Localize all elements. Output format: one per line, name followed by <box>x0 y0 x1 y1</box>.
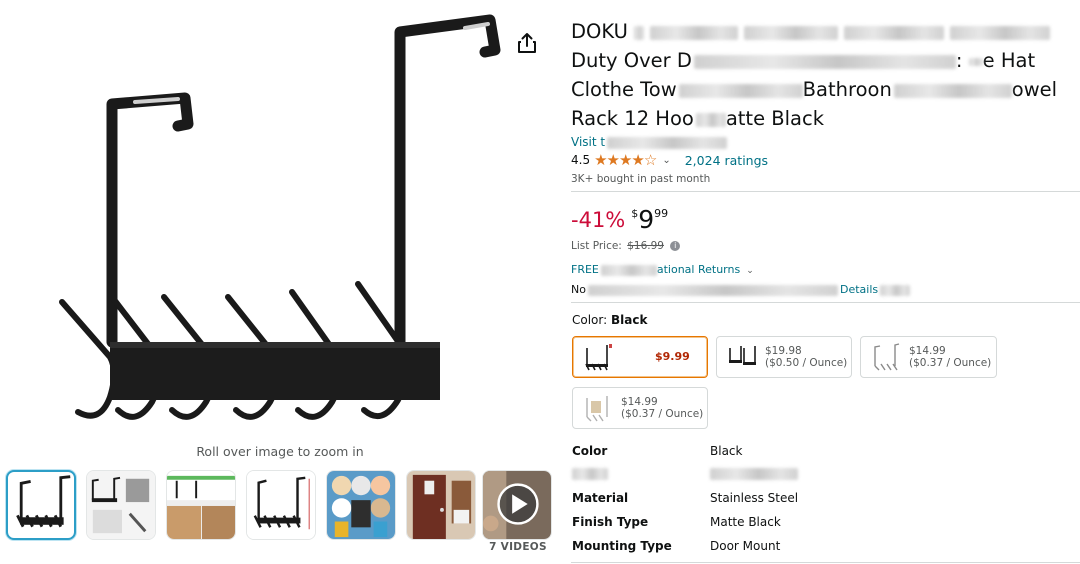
color-label: Color: Black <box>572 313 648 327</box>
thumbnail-dimensions[interactable] <box>86 470 156 540</box>
thumbnail-video[interactable] <box>482 470 552 540</box>
price-whole: 9 <box>638 205 655 234</box>
spec-value: Matte Black <box>710 515 781 529</box>
info-icon[interactable]: i <box>670 241 681 251</box>
color-option-4[interactable]: $14.99 ($0.37 / Ounce) <box>572 387 708 429</box>
list-price: List Price: $16.99 i <box>571 240 681 252</box>
price-fraction: 99 <box>654 207 669 220</box>
spec-value <box>710 466 798 480</box>
returns-link[interactable]: FREE ational Returns ⌄ <box>571 263 754 277</box>
main-product-image[interactable] <box>40 12 510 442</box>
section-divider <box>571 562 1080 563</box>
title-fragment: e Hat <box>982 49 1036 72</box>
thumbnail-door-room[interactable] <box>406 470 476 540</box>
spec-key: Material <box>572 491 629 505</box>
title-fragment: : <box>955 49 969 72</box>
title-fragment: Clothe Tow <box>571 78 677 101</box>
swatch-thumbnail <box>586 396 608 422</box>
spec-key <box>572 466 608 480</box>
chevron-down-icon: ⌄ <box>746 266 754 276</box>
title-fragment: Rack 12 Hoo <box>571 107 694 130</box>
list-price-label: List Price: <box>571 240 622 252</box>
swatch-price: $14.99 ($0.37 / Ounce) <box>909 345 992 369</box>
list-price-value: $16.99 <box>627 240 664 252</box>
swatch-price: $14.99 ($0.37 / Ounce) <box>621 396 704 420</box>
title-fragment: Bathroon <box>802 78 892 101</box>
swatch-price: $19.98 ($0.50 / Ounce) <box>765 345 848 369</box>
swatch-thumbnail <box>585 344 612 371</box>
rating-value: 4.5 <box>571 153 591 167</box>
rating-row: 4.5 ★★★★☆ ⌄ 2,024 ratings <box>571 152 768 168</box>
videos-count-label[interactable]: 7 VIDEOS <box>482 541 554 553</box>
discount-percent: -41% <box>571 208 626 232</box>
selected-color: Black <box>611 313 648 327</box>
visit-store-link[interactable]: Visit t <box>571 135 728 149</box>
thumbnail-door-fit[interactable] <box>166 470 236 540</box>
section-divider <box>571 302 1080 303</box>
over-door-hook-rack-image <box>59 14 501 420</box>
swatch-price: $9.99 <box>655 350 690 363</box>
ratings-count-link[interactable]: 2,024 ratings <box>685 153 768 168</box>
title-fragment: atte Black <box>725 107 825 130</box>
share-icon[interactable] <box>514 30 540 56</box>
color-option-black[interactable]: $9.99 <box>572 336 708 378</box>
spec-key: Color <box>572 444 608 458</box>
swatch-thumbnail <box>729 346 756 365</box>
details-link[interactable]: Details <box>840 283 878 296</box>
product-title: DOKU Duty Over D: e Hat Clothe Tow Bathro… <box>571 17 1076 133</box>
title-fragment: DOKU <box>571 20 628 43</box>
color-option-3[interactable]: $14.99 ($0.37 / Ounce) <box>860 336 997 378</box>
title-fragment: Duty Over D <box>571 49 692 72</box>
import-charges: No Details <box>571 283 911 297</box>
spec-key: Finish Type <box>572 515 649 529</box>
section-divider <box>571 191 1080 192</box>
thumbnail-hooks-size[interactable] <box>246 470 316 540</box>
chevron-down-icon[interactable]: ⌄ <box>662 155 670 166</box>
price-block: -41% $ 9 99 <box>571 205 668 235</box>
thumbnail-uses[interactable] <box>326 470 396 540</box>
swatch-thumbnail <box>874 343 900 371</box>
thumbnail-main[interactable] <box>6 470 76 540</box>
star-rating-icon[interactable]: ★★★★☆ <box>594 152 657 168</box>
spec-value: Black <box>710 444 743 458</box>
title-fragment: owel <box>1011 78 1058 101</box>
bought-past-month: 3K+ bought in past month <box>571 173 711 185</box>
spec-key: Mounting Type <box>572 539 672 553</box>
price-currency: $ <box>631 207 639 220</box>
spec-value: Stainless Steel <box>710 491 799 505</box>
color-option-2[interactable]: $19.98 ($0.50 / Ounce) <box>716 336 852 378</box>
spec-value: Door Mount <box>710 539 781 553</box>
zoom-hint: Roll over image to zoom in <box>196 444 364 459</box>
